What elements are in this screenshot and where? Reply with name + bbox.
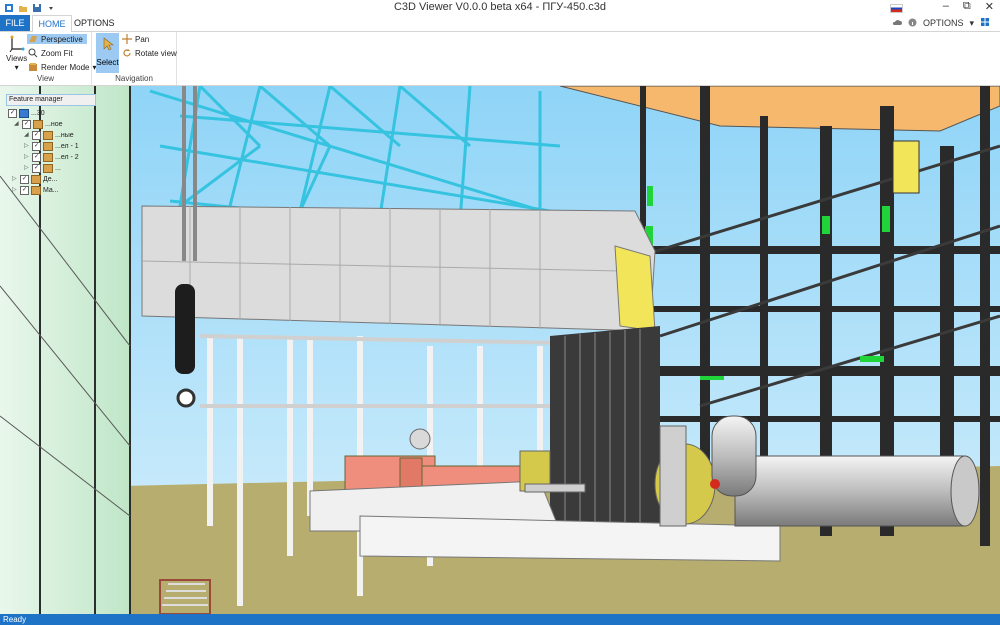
title-bar: C3D Viewer V0.0.0 beta x64 - ПГУ-450.c3d… (0, 0, 1000, 15)
scene-render (0, 86, 1000, 614)
rotate-view-label: Rotate view (135, 48, 177, 58)
tree-item[interactable]: ▷ ✓ ...ел - 2 (8, 152, 79, 163)
cloud-icon[interactable] (892, 18, 902, 28)
collapsed-arrow-icon[interactable]: ▷ (12, 174, 18, 185)
tree-item-label: ...ное (45, 121, 63, 128)
checkbox-icon[interactable]: ✓ (20, 186, 29, 195)
ribbon-tab-bar: FILE HOME OPTIONS OPTIONS ▾ (0, 15, 1000, 32)
select-button[interactable]: Select (96, 33, 119, 73)
tree-item-label: ...30 (31, 110, 45, 117)
render-mode-button[interactable]: Render Mode ▾ (28, 62, 97, 72)
tree-item[interactable]: ◢ ✓ ...ное (8, 119, 79, 130)
expanded-arrow-icon[interactable]: ◢ (24, 130, 30, 141)
tab-home[interactable]: HOME (32, 15, 72, 32)
component-icon (33, 120, 43, 129)
navigation-group-label: Navigation (115, 74, 153, 83)
pan-button[interactable]: Pan (122, 34, 149, 44)
tree-item-label: ...ные (55, 132, 74, 139)
tree-item[interactable]: ▷ ✓ Дe... (8, 174, 79, 185)
3d-viewport[interactable] (0, 86, 1000, 614)
minimize-button[interactable]: – (943, 0, 949, 13)
right-menu: OPTIONS ▾ (892, 17, 990, 29)
component-icon (31, 186, 41, 195)
checkbox-icon[interactable]: ✓ (20, 175, 29, 184)
status-bar: Ready (0, 614, 1000, 625)
window-title: C3D Viewer V0.0.0 beta x64 - ПГУ-450.c3d (393, 1, 607, 13)
pan-icon (122, 34, 132, 44)
perspective-button[interactable]: Perspective (27, 34, 87, 44)
perspective-icon (28, 34, 38, 44)
navigation-group: Select Pan Rotate view Navigation (92, 32, 177, 85)
checkbox-icon[interactable]: ✓ (32, 131, 41, 140)
tab-options[interactable]: OPTIONS (74, 15, 115, 31)
info-icon[interactable] (908, 18, 917, 29)
checkbox-icon[interactable]: ✓ (32, 142, 41, 151)
checkbox-icon[interactable]: ✓ (32, 164, 41, 173)
view-group: Views ▾ Perspective Zoom Fit Render Mode… (0, 32, 97, 85)
select-label: Select (96, 58, 119, 67)
rotate-icon (122, 48, 132, 58)
zoom-fit-button[interactable]: Zoom Fit (28, 48, 73, 58)
tree-item-label: ...ел - 2 (55, 154, 79, 161)
zoom-fit-icon (28, 48, 38, 58)
component-icon (43, 164, 53, 173)
tree-item-label: ... (55, 165, 61, 172)
views-dropdown-icon: ▾ (14, 63, 19, 72)
language-flag-icon[interactable] (890, 4, 903, 13)
feature-tree: ✓ ...30 ◢ ✓ ...ное ◢ ✓ ...ные ▷ ✓ ...ел … (8, 108, 79, 196)
tree-item-label: Ma... (43, 187, 59, 194)
views-button[interactable]: Views ▾ (6, 34, 27, 72)
close-button[interactable]: ✕ (985, 0, 994, 13)
tree-item[interactable]: ▷ ✓ ... (8, 163, 79, 174)
ribbon: Views ▾ Perspective Zoom Fit Render Mode… (0, 32, 1000, 86)
tree-item[interactable]: ▷ ✓ ...ел - 1 (8, 141, 79, 152)
component-icon (43, 153, 53, 162)
status-text: Ready (3, 615, 27, 624)
rotate-view-button[interactable]: Rotate view (122, 48, 177, 58)
collapsed-arrow-icon[interactable]: ▷ (24, 152, 30, 163)
checkbox-icon[interactable]: ✓ (32, 153, 41, 162)
collapsed-arrow-icon[interactable]: ▷ (24, 163, 30, 174)
component-icon (43, 142, 53, 151)
feature-manager-header[interactable]: Feature manager (6, 94, 96, 106)
tree-item[interactable]: ◢ ✓ ...ные (8, 130, 79, 141)
axes-icon (9, 34, 25, 54)
pan-label: Pan (135, 34, 150, 44)
grid-icon[interactable] (980, 17, 990, 29)
window-controls: – ⧉ ✕ (943, 0, 994, 13)
tab-file[interactable]: FILE (0, 15, 30, 31)
select-cursor-icon (102, 37, 114, 53)
collapsed-arrow-icon[interactable]: ▷ (12, 185, 18, 196)
restore-button[interactable]: ⧉ (963, 0, 971, 13)
expanded-arrow-icon[interactable]: ◢ (14, 119, 20, 130)
assembly-icon (19, 109, 29, 118)
component-icon (31, 175, 41, 184)
tree-item-label: Дe... (43, 176, 58, 183)
checkbox-icon[interactable]: ✓ (22, 120, 31, 129)
component-icon (43, 131, 53, 140)
perspective-label: Perspective (41, 34, 83, 44)
views-label: Views (6, 54, 28, 63)
render-mode-label: Render Mode (41, 62, 90, 72)
render-mode-icon (28, 62, 38, 72)
options-menu[interactable]: OPTIONS (923, 18, 964, 28)
view-group-label: View (36, 74, 55, 83)
tree-item[interactable]: ▷ ✓ Ma... (8, 185, 79, 196)
zoom-fit-label: Zoom Fit (41, 48, 73, 58)
options-dropdown-icon[interactable]: ▾ (969, 18, 974, 29)
tree-item[interactable]: ✓ ...30 (8, 108, 79, 119)
checkbox-icon[interactable]: ✓ (8, 109, 17, 118)
collapsed-arrow-icon[interactable]: ▷ (24, 141, 30, 152)
tree-item-label: ...ел - 1 (55, 143, 79, 150)
